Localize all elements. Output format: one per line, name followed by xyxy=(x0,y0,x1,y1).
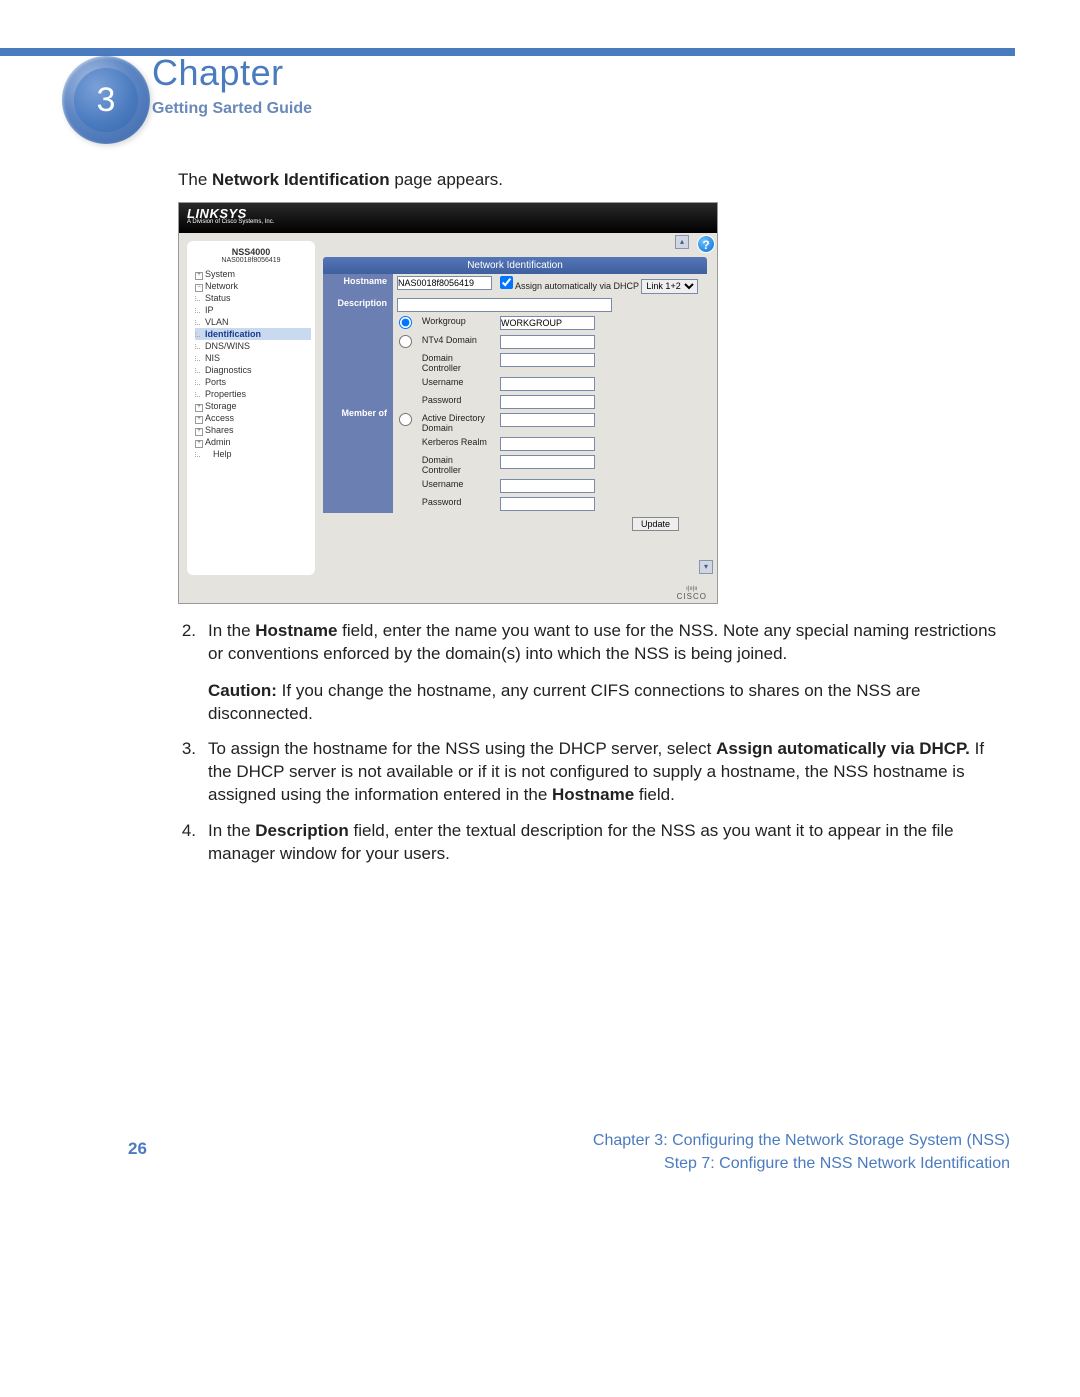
ntv4-dc-input[interactable] xyxy=(500,353,595,367)
description-label: Description xyxy=(323,296,393,314)
device-id: NAS0018f8056419 xyxy=(191,257,311,264)
p4-number: 4. xyxy=(178,820,196,866)
screenshot-container: LINKSYS A Division of Cisco Systems, Inc… xyxy=(178,202,718,604)
ntv4-user-input[interactable] xyxy=(500,377,595,391)
update-button[interactable]: Update xyxy=(632,517,679,531)
kerberos-input[interactable] xyxy=(500,437,595,451)
ntv4-input[interactable] xyxy=(500,335,595,349)
nav-tree: System Network Status IP VLAN Identifica… xyxy=(191,268,311,460)
nav-system[interactable]: System xyxy=(195,268,311,280)
ad-radio[interactable] xyxy=(399,413,412,426)
ad-pass-input[interactable] xyxy=(500,497,595,511)
main-panel: ? ▴ Network Identification Hostname Assi… xyxy=(319,233,717,579)
ad-dc-input[interactable] xyxy=(500,455,595,469)
footer-line2: Step 7: Configure the NSS Network Identi… xyxy=(593,1153,1010,1175)
caution-paragraph: Caution: If you change the hostname, any… xyxy=(178,680,968,726)
intro-pre: The xyxy=(178,170,212,189)
nav-dnswins[interactable]: DNS/WINS xyxy=(195,340,311,352)
nav-admin[interactable]: Admin xyxy=(195,436,311,448)
paragraph-2: 2. In the Hostname field, enter the name… xyxy=(178,620,998,666)
hostname-label: Hostname xyxy=(323,274,393,296)
nav-shares[interactable]: Shares xyxy=(195,424,311,436)
cisco-text: CISCO xyxy=(677,592,707,601)
ad-pass-label: Password xyxy=(418,495,496,513)
chapter-subtitle: Getting Sarted Guide xyxy=(152,100,312,118)
brand-tagline: A Division of Cisco Systems, Inc. xyxy=(187,219,709,225)
description-input[interactable] xyxy=(397,298,612,312)
nav-ip[interactable]: IP xyxy=(195,304,311,316)
assign-auto-label: Assign automatically via DHCP xyxy=(515,281,639,291)
assign-auto-checkbox[interactable] xyxy=(500,276,513,289)
nav-identification[interactable]: Identification xyxy=(195,328,311,340)
nav-vlan[interactable]: VLAN xyxy=(195,316,311,328)
sidebar-panel: NSS4000 NAS0018f8056419 System Network S… xyxy=(187,241,315,575)
p2-number: 2. xyxy=(178,620,196,666)
p3-number: 3. xyxy=(178,738,196,807)
hostname-input[interactable] xyxy=(397,276,492,290)
intro-sentence: The Network Identification page appears. xyxy=(178,170,998,190)
dhcp-link-select[interactable]: Link 1+2 xyxy=(641,279,698,294)
footer-line1: Chapter 3: Configuring the Network Stora… xyxy=(593,1130,1010,1152)
ad-label: Active Directory Domain xyxy=(418,411,496,435)
ad-input[interactable] xyxy=(500,413,595,427)
nav-properties[interactable]: Properties xyxy=(195,388,311,400)
footer-text: Chapter 3: Configuring the Network Stora… xyxy=(593,1130,1010,1175)
panel-title: Network Identification xyxy=(323,257,707,274)
nav-access[interactable]: Access xyxy=(195,412,311,424)
paragraph-4: 4. In the Description field, enter the t… xyxy=(178,820,998,866)
workgroup-input[interactable] xyxy=(500,316,595,330)
ad-user-input[interactable] xyxy=(500,479,595,493)
kerberos-label: Kerberos Realm xyxy=(418,435,496,453)
nav-diagnostics[interactable]: Diagnostics xyxy=(195,364,311,376)
nav-help[interactable]: Help xyxy=(195,448,311,460)
nav-status[interactable]: Status xyxy=(195,292,311,304)
workgroup-radio[interactable] xyxy=(399,316,412,329)
intro-post: page appears. xyxy=(390,170,503,189)
nav-storage[interactable]: Storage xyxy=(195,400,311,412)
ntv4-label: NTv4 Domain xyxy=(418,333,496,351)
form-table: Hostname Assign automatically via DHCP L… xyxy=(323,274,707,513)
ad-user-label: Username xyxy=(418,477,496,495)
linksys-banner: LINKSYS A Division of Cisco Systems, Inc… xyxy=(179,203,717,233)
chapter-label: Chapter xyxy=(152,52,284,94)
ntv4-user-label: Username xyxy=(418,375,496,393)
ntv4-dc-label: Domain Controller xyxy=(418,351,496,375)
scroll-down-icon[interactable]: ▾ xyxy=(699,560,713,574)
device-name: NSS4000 xyxy=(191,247,311,257)
scroll-up-icon[interactable]: ▴ xyxy=(675,235,689,249)
help-icon[interactable]: ? xyxy=(697,235,715,253)
workgroup-label: Workgroup xyxy=(418,314,496,333)
member-of-label: Member of xyxy=(323,314,393,513)
chapter-badge: 3 xyxy=(62,56,150,144)
nav-network[interactable]: Network xyxy=(195,280,311,292)
ntv4-pass-label: Password xyxy=(418,393,496,411)
ntv4-pass-input[interactable] xyxy=(500,395,595,409)
ntv4-radio[interactable] xyxy=(399,335,412,348)
chapter-number: 3 xyxy=(74,68,138,132)
cisco-logo: ı|ıı|ıı CISCO xyxy=(677,586,707,601)
paragraph-3: 3. To assign the hostname for the NSS us… xyxy=(178,738,998,807)
page-number: 26 xyxy=(128,1139,147,1159)
intro-bold: Network Identification xyxy=(212,170,390,189)
nav-ports[interactable]: Ports xyxy=(195,376,311,388)
nav-nis[interactable]: NIS xyxy=(195,352,311,364)
ad-dc-label: Domain Controller xyxy=(418,453,496,477)
